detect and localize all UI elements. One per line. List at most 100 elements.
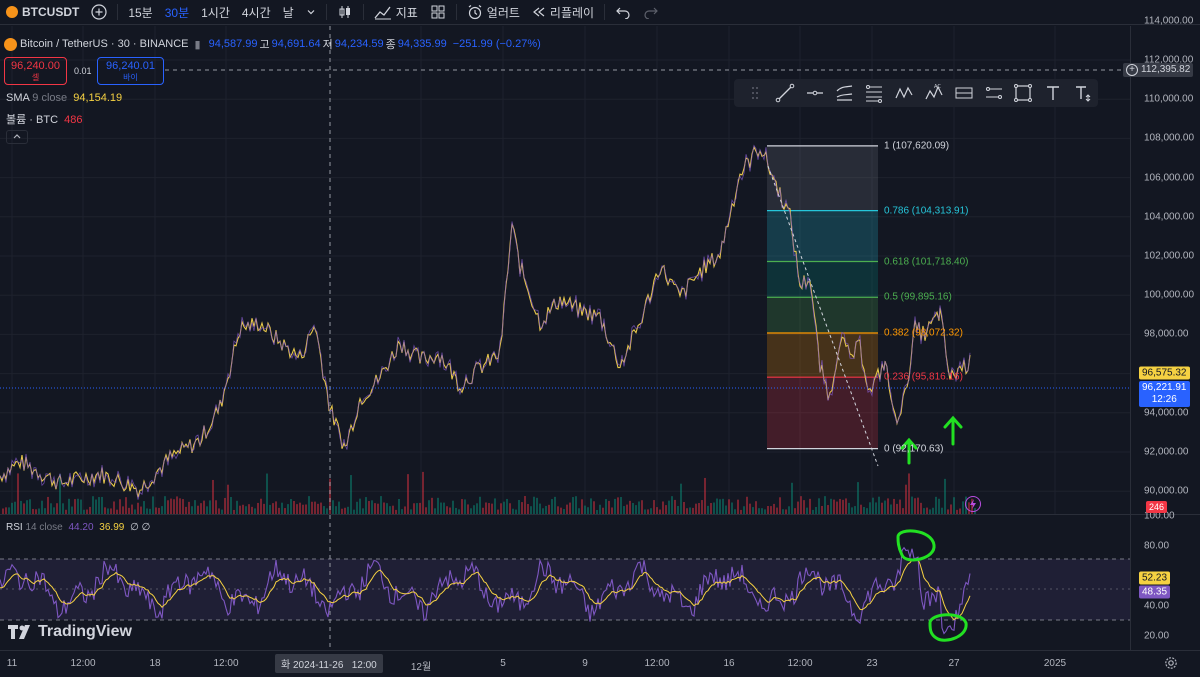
volume-bar (911, 496, 913, 514)
trend-line-tool[interactable] (770, 79, 800, 107)
legend-open: 94,587.99 (208, 38, 258, 50)
price-chart-pane[interactable]: Bitcoin / TetherUS · 30 · BINANCE ▮ 94,5… (0, 26, 1130, 514)
volume-bar (152, 496, 154, 514)
timeframe-4h[interactable]: 4시간 (236, 0, 277, 25)
symbol-legend: Bitcoin / TetherUS · 30 · BINANCE ▮ 94,5… (4, 36, 543, 52)
replay-button[interactable]: 리플레이 (526, 0, 600, 25)
volume-bar (890, 504, 892, 514)
rectangle-tool[interactable] (1008, 79, 1038, 107)
collapse-legend-button[interactable] (6, 130, 28, 144)
volume-bar (269, 504, 271, 514)
volume-bar (188, 501, 190, 514)
volume-bar (797, 501, 799, 514)
redo-button[interactable] (637, 0, 665, 25)
price-axis[interactable]: 114,000.00 112,000.00 110,000.00 108,000.00… (1123, 15, 1200, 650)
buy-button[interactable]: 96,240.01 바이 (97, 57, 164, 85)
volume-bar (668, 500, 670, 514)
elliott-wave-tool[interactable]: AC (919, 79, 949, 107)
volume-bar (197, 505, 199, 514)
volume-bar (404, 506, 406, 514)
buy-price: 96,240.01 (106, 60, 155, 72)
volume-bar (944, 478, 946, 514)
volume-bar (29, 499, 31, 514)
indicators-button[interactable]: 지표 (368, 0, 424, 25)
horizontal-line-tool[interactable] (800, 79, 830, 107)
volume-bar (743, 506, 745, 514)
timeframe-15m[interactable]: 15분 (122, 0, 158, 25)
timeframe-day[interactable]: 날 (277, 0, 300, 25)
volume-bar (833, 499, 835, 514)
volume-bar (803, 500, 805, 514)
lightning-icon[interactable] (965, 496, 981, 512)
volume-bar (935, 496, 937, 514)
volume-bar (185, 506, 187, 514)
volume-bar (731, 502, 733, 514)
toolbar-divider (325, 4, 327, 20)
timeframe-30m[interactable]: 30분 (159, 0, 195, 25)
undo-icon (616, 7, 630, 19)
fib-retracement-tool[interactable] (859, 79, 889, 107)
alert-button[interactable]: 얼러트 (461, 0, 526, 25)
volume-bar (503, 501, 505, 514)
volume-bar (530, 506, 532, 514)
fib-zone (767, 210, 878, 262)
xabcd-pattern-tool[interactable] (889, 79, 919, 107)
rsi-ma-value: 36.99 (99, 522, 125, 533)
volume-bar (548, 504, 550, 514)
time-axis-label: 12:00 (213, 658, 239, 669)
volume-bar (101, 496, 103, 514)
volume-bar (50, 503, 52, 514)
volume-bar (473, 505, 475, 514)
templates-button[interactable] (424, 0, 452, 25)
toolbar-divider (455, 4, 457, 20)
undo-button[interactable] (609, 0, 637, 25)
chart-type-button[interactable] (331, 0, 359, 25)
long-position-tool[interactable] (949, 79, 979, 107)
volume-bar (506, 498, 508, 514)
rsi-legend[interactable]: RSI 14 close 44.20 36.99 ∅ ∅ (6, 522, 150, 533)
volume-bar (749, 503, 751, 514)
drawing-toolbar: AC (734, 79, 1098, 107)
volume-bar (500, 503, 502, 514)
volume-bar (428, 500, 430, 514)
sma-legend[interactable]: SMA 9 close 94,154.19 (6, 92, 122, 104)
rsi-extra: ∅ ∅ (130, 522, 151, 533)
volume-bar (905, 484, 907, 514)
volume-bar (674, 499, 676, 514)
volume-bar (683, 501, 685, 514)
rsi-canvas[interactable] (0, 515, 1130, 650)
rsi-pane[interactable]: RSI 14 close 44.20 36.99 ∅ ∅ TradingView (0, 515, 1130, 650)
last-price-tag: 96,575.32 (1139, 366, 1190, 380)
symbol-label: BTCUSDT (22, 5, 80, 19)
symbol-search[interactable]: BTCUSDT (0, 0, 85, 25)
volume-bar (584, 505, 586, 514)
volume-bar (137, 502, 139, 514)
text-size-tool[interactable] (1068, 79, 1098, 107)
drag-handle[interactable] (740, 79, 770, 107)
trend-line-icon (775, 83, 795, 103)
tradingview-logo[interactable]: TradingView (8, 623, 132, 641)
rsi-axis-label: 20.00 (1144, 630, 1170, 642)
time-axis[interactable]: 11 12:00 18 12:00 12월 5 9 12:00 16 12:00 23 27 2025 … (0, 650, 1200, 677)
text-tool[interactable] (1038, 79, 1068, 107)
compare-symbol-button[interactable] (85, 0, 113, 25)
sell-button[interactable]: 96,240.00 셀 (4, 57, 67, 85)
chevron-up-icon (13, 134, 21, 139)
channel-tool[interactable] (829, 79, 859, 107)
volume-bar (641, 500, 643, 514)
timeframe-dropdown[interactable] (300, 0, 322, 25)
crosshair-price: 112,395.82 (1141, 64, 1191, 75)
time-axis-label: 11 (6, 658, 18, 669)
date-range-tool[interactable] (979, 79, 1009, 107)
volume-bar (728, 499, 730, 514)
volume-bar (815, 506, 817, 514)
price-axis-label: 106,000.00 (1144, 172, 1195, 184)
volume-bar (950, 504, 952, 514)
sell-price: 96,240.00 (11, 60, 60, 72)
timeframe-1h[interactable]: 1시간 (195, 0, 236, 25)
volume-bar (191, 506, 193, 514)
volume-legend[interactable]: 볼륨 · BTC 486 (6, 111, 82, 127)
settings-button[interactable] (1164, 656, 1178, 673)
volume-bar (836, 501, 838, 514)
volume-bar (77, 498, 79, 514)
